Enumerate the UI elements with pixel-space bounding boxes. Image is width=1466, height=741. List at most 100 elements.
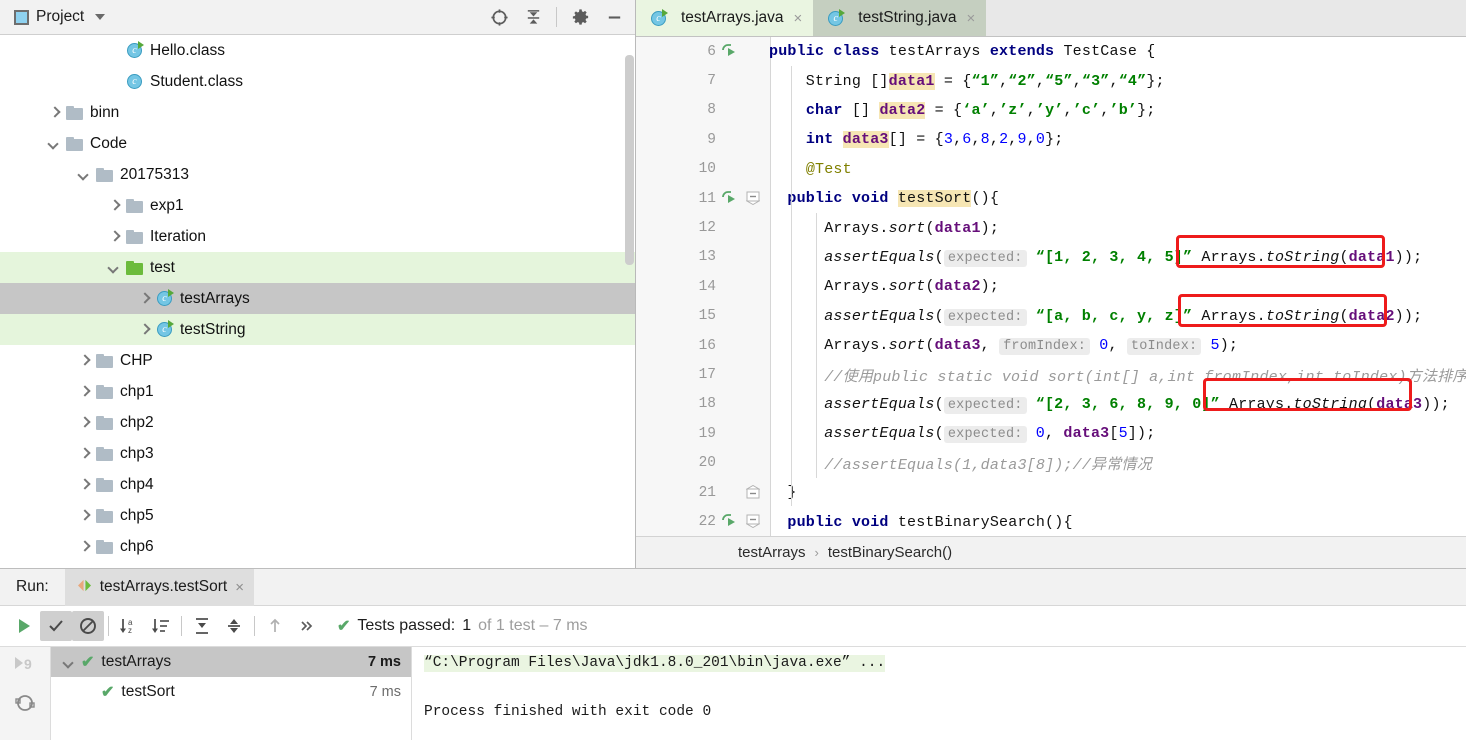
chevron-right-icon[interactable]: [138, 323, 151, 336]
breadcrumb-item-class[interactable]: testArrays: [738, 544, 806, 561]
project-tree-scrollbar[interactable]: [625, 55, 634, 265]
tree-item-testString[interactable]: c testString: [0, 314, 635, 345]
tree-item-binn[interactable]: binn: [0, 97, 635, 128]
run-gutter-icon[interactable]: [720, 189, 738, 207]
tree-item-label: chp2: [120, 413, 154, 431]
fold-marker-icon[interactable]: [745, 191, 761, 210]
tree-item-Hello-class[interactable]: c Hello.class: [0, 35, 635, 66]
tree-item-Code[interactable]: Code: [0, 128, 635, 159]
chevron-right-icon[interactable]: [78, 416, 91, 429]
sort-alphabetically-icon[interactable]: az: [113, 611, 145, 641]
test-row-testSort[interactable]: ✔ testSort 7 ms: [51, 677, 411, 707]
hide-ignored-icon[interactable]: [72, 611, 104, 641]
code-line-22[interactable]: 22 public void testBinarySearch(){: [636, 507, 1466, 536]
toolbar-divider: [254, 616, 255, 636]
tab-testArrays-java[interactable]: c testArrays.java ×: [636, 0, 814, 36]
tree-item-chp1[interactable]: chp1: [0, 376, 635, 407]
tree-item-chp3[interactable]: chp3: [0, 438, 635, 469]
show-passed-icon[interactable]: [40, 611, 72, 641]
collapse-all-icon[interactable]: [518, 4, 548, 30]
chevron-right-icon[interactable]: [138, 292, 151, 305]
tree-item-CHP[interactable]: CHP: [0, 345, 635, 376]
tree-item-Student-class[interactable]: c Student.class: [0, 66, 635, 97]
tree-item-chp5[interactable]: chp5: [0, 500, 635, 531]
chevron-down-icon[interactable]: [95, 14, 106, 20]
more-icon[interactable]: [291, 611, 323, 641]
line-number: 14: [698, 278, 716, 295]
test-row-testArrays[interactable]: ✔ testArrays 7 ms: [51, 647, 411, 677]
run-gutter-icon[interactable]: [720, 512, 738, 530]
run-panel-label: Run:: [16, 578, 49, 595]
tree-item-chp6[interactable]: chp6: [0, 531, 635, 562]
expand-all-icon[interactable]: [186, 611, 218, 641]
status-prefix: Tests passed:: [357, 617, 456, 634]
tree-item-Iteration[interactable]: Iteration: [0, 221, 635, 252]
chevron-right-icon[interactable]: [78, 540, 91, 553]
code-line-8[interactable]: 8 char [] data2 = {‘a’,’z’,’y’,’c’,’b’};: [636, 96, 1466, 125]
close-icon[interactable]: ×: [967, 10, 976, 27]
editor-area: c testArrays.java × c testString.java × …: [636, 0, 1466, 568]
run-to-cursor-icon[interactable]: 9: [12, 653, 38, 678]
tree-item-label: test: [150, 258, 175, 276]
tree-item-testArrays[interactable]: c testArrays: [0, 283, 635, 314]
code-line-9[interactable]: 9 int data3[] = {3,6,8,2,9,0};: [636, 125, 1466, 154]
run-configuration-tab[interactable]: testArrays.testSort ×: [64, 568, 254, 606]
tab-testString-java[interactable]: c testString.java ×: [813, 0, 987, 36]
code-editor[interactable]: 6 public class testArrays extends TestCas…: [636, 37, 1466, 537]
project-tree[interactable]: c Hello.class c Student.class binn Code 201753…: [0, 35, 635, 568]
rerun-icon[interactable]: [8, 611, 40, 641]
locate-icon[interactable]: [484, 4, 514, 30]
chevron-right-icon[interactable]: [78, 354, 91, 367]
fold-marker-icon[interactable]: [745, 514, 761, 533]
tree-item-20175313[interactable]: 20175313: [0, 159, 635, 190]
test-results-tree[interactable]: ✔ testArrays 7 ms ✔ testSort 7 ms: [51, 647, 412, 740]
chevron-right-icon[interactable]: [78, 478, 91, 491]
breadcrumb-item-method[interactable]: testBinarySearch(): [828, 544, 952, 561]
chevron-down-icon[interactable]: [48, 137, 61, 150]
code-line-21[interactable]: 21 }: [636, 478, 1466, 507]
code-line-19[interactable]: 19 assertEquals(expected: 0, data3[5]);: [636, 419, 1466, 448]
collapse-all-icon[interactable]: [218, 611, 250, 641]
rerun-failed-icon[interactable]: [13, 692, 37, 717]
tree-item-exp1[interactable]: exp1: [0, 190, 635, 221]
tree-item-chp4[interactable]: chp4: [0, 469, 635, 500]
tree-item-chp2[interactable]: chp2: [0, 407, 635, 438]
chevron-right-icon[interactable]: [78, 385, 91, 398]
close-icon[interactable]: ×: [794, 10, 803, 27]
code-text: Arrays.sort(data2);: [769, 278, 1000, 296]
fold-marker-icon[interactable]: [745, 484, 761, 504]
run-gutter-icon[interactable]: [720, 42, 738, 60]
up-arrow-icon[interactable]: [259, 611, 291, 641]
chevron-right-icon[interactable]: [108, 199, 121, 212]
code-line-16[interactable]: 16 Arrays.sort(data3, fromIndex: 0, toIn…: [636, 331, 1466, 360]
chevron-down-icon[interactable]: [63, 656, 76, 669]
code-text: //assertEquals(1,data3[8]);//异常情况: [824, 456, 1152, 474]
close-icon[interactable]: ×: [235, 579, 244, 596]
indent-guide: [816, 213, 817, 478]
code-text: @Test: [805, 160, 852, 178]
sort-duration-icon[interactable]: [145, 611, 177, 641]
code-text: int data3[] = {3,6,8,2,9,0};: [805, 131, 1064, 149]
code-line-20[interactable]: 20 //assertEquals(1,data3[8]);//异常情况: [636, 449, 1466, 478]
settings-gear-icon[interactable]: [565, 4, 595, 30]
line-number: 6: [707, 43, 716, 60]
tree-item-label: Iteration: [150, 227, 207, 245]
test-duration: 7 ms: [369, 684, 401, 700]
code-line-10[interactable]: 10 @Test: [636, 155, 1466, 184]
console-output[interactable]: “C:\Program Files\Java\jdk1.8.0_201\bin\…: [412, 647, 1466, 740]
folder-icon: [66, 105, 83, 120]
chevron-right-icon[interactable]: [108, 230, 121, 243]
status-suffix: of 1 test – 7 ms: [478, 617, 588, 634]
redbox-tostring-data2: [1178, 294, 1387, 327]
chevron-down-icon[interactable]: [108, 261, 121, 274]
code-line-6[interactable]: 6 public class testArrays extends TestCas…: [636, 37, 1466, 66]
chevron-right-icon[interactable]: [48, 106, 61, 119]
minimize-icon[interactable]: [599, 4, 629, 30]
code-line-11[interactable]: 11 public void testSort(){: [636, 184, 1466, 213]
breadcrumb[interactable]: testArrays › testBinarySearch(): [636, 536, 1466, 568]
code-line-7[interactable]: 7 String []data1 = {“1”,“2”,“5”,“3”,“4”}…: [636, 66, 1466, 95]
chevron-right-icon[interactable]: [78, 509, 91, 522]
chevron-right-icon[interactable]: [78, 447, 91, 460]
chevron-down-icon[interactable]: [78, 168, 91, 181]
tree-item-test[interactable]: test: [0, 252, 635, 283]
